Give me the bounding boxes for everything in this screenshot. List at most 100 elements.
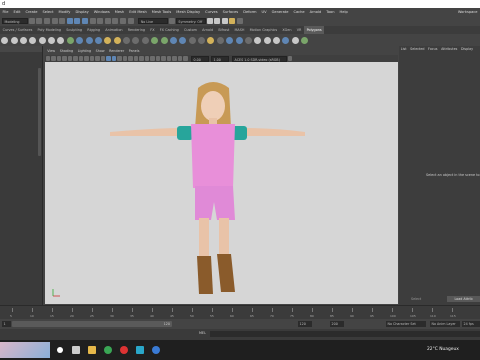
relax-icon[interactable]: [273, 36, 281, 44]
fps-field[interactable]: 24 fps: [462, 321, 480, 327]
bevel-icon[interactable]: [151, 36, 159, 44]
safe-title-icon[interactable]: [100, 56, 105, 61]
view-transform-field[interactable]: ACES 1.0 SDR-video (sRGB): [232, 55, 287, 62]
snap-view-plane-icon[interactable]: [112, 18, 119, 24]
automatic-mapping-icon[interactable]: [235, 36, 243, 44]
shelf-tab-vr[interactable]: VR: [294, 26, 304, 34]
extract-icon[interactable]: [94, 36, 102, 44]
end-frame-field[interactable]: 120: [298, 321, 312, 327]
menu-item-file[interactable]: File: [0, 8, 11, 16]
bookmark-icon[interactable]: [56, 56, 61, 61]
smooth-icon[interactable]: [104, 36, 112, 44]
edge-icon[interactable]: [152, 346, 160, 354]
use-all-lights-icon[interactable]: [133, 56, 138, 61]
append-polygon-icon[interactable]: [216, 36, 224, 44]
symmetry-icon[interactable]: [169, 18, 176, 24]
attribute-tab-list[interactable]: List: [399, 46, 408, 53]
gate-mask-icon[interactable]: [84, 56, 89, 61]
multi-cut-icon[interactable]: [160, 36, 168, 44]
menu-item-mesh-display[interactable]: Mesh Display: [174, 8, 203, 16]
menu-item-display[interactable]: Display: [73, 8, 91, 16]
attribute-tab-selected[interactable]: Selected: [408, 46, 426, 53]
field-chart-icon[interactable]: [89, 56, 94, 61]
poly-disc-icon[interactable]: [66, 36, 74, 44]
menu-item-windows[interactable]: Windows: [91, 8, 112, 16]
sculpt-icon[interactable]: [254, 36, 262, 44]
shadows-icon[interactable]: [139, 56, 144, 61]
wireframe-icon[interactable]: [106, 56, 111, 61]
viewport-menu-shading[interactable]: Shading: [57, 48, 75, 55]
shelf-tab-fx[interactable]: FX: [148, 26, 157, 34]
shelf-tab-rigging[interactable]: Rigging: [85, 26, 103, 34]
menu-item-surfaces[interactable]: Surfaces: [220, 8, 241, 16]
panel-layout-icon[interactable]: [287, 56, 292, 61]
viewport-menu-lighting[interactable]: Lighting: [75, 48, 93, 55]
file-explorer-icon[interactable]: [88, 346, 96, 354]
viewport-menu-renderer[interactable]: Renderer: [107, 48, 127, 55]
screen-space-ao-icon[interactable]: [144, 56, 149, 61]
shelf-settings-icon[interactable]: [1, 36, 9, 44]
poly-sphere-icon[interactable]: [10, 36, 18, 44]
redo-icon[interactable]: [59, 18, 66, 24]
offset-edge-loop-icon[interactable]: [179, 36, 187, 44]
open-scene-icon[interactable]: [36, 18, 43, 24]
menu-item-create[interactable]: Create: [23, 8, 40, 16]
make-live-icon[interactable]: [119, 18, 126, 24]
menu-item-edit-mesh[interactable]: Edit Mesh: [127, 8, 150, 16]
history-icon[interactable]: [127, 18, 134, 24]
menu-item-generate[interactable]: Generate: [269, 8, 291, 16]
image-plane-icon[interactable]: [62, 56, 67, 61]
xray-icon[interactable]: [172, 56, 177, 61]
playback-end-field[interactable]: 200: [330, 321, 344, 327]
start-frame-field[interactable]: 1: [2, 321, 11, 327]
menu-item-select[interactable]: Select: [40, 8, 56, 16]
new-scene-icon[interactable]: [28, 18, 35, 24]
menu-set-dropdown[interactable]: Modeling: [2, 18, 28, 24]
command-input[interactable]: [210, 331, 480, 337]
separate-icon[interactable]: [85, 36, 93, 44]
shelf-tab-polygons[interactable]: Polygons: [304, 26, 325, 34]
shelf-tab-custom[interactable]: Custom: [181, 26, 199, 34]
render-frame-icon[interactable]: [206, 18, 213, 24]
viewport-menu-show[interactable]: Show: [93, 48, 107, 55]
merge-icon[interactable]: [188, 36, 196, 44]
xray-joints-icon[interactable]: [177, 56, 182, 61]
menu-item-arnold[interactable]: Arnold: [307, 8, 324, 16]
save-scene-icon[interactable]: [43, 18, 50, 24]
ipr-render-icon[interactable]: [214, 18, 221, 24]
film-gate-icon[interactable]: [73, 56, 78, 61]
combine-icon[interactable]: [76, 36, 84, 44]
insert-edge-loop-icon[interactable]: [169, 36, 177, 44]
target-weld-icon[interactable]: [198, 36, 206, 44]
uv-editor-icon[interactable]: [244, 36, 252, 44]
snap-curve-icon[interactable]: [97, 18, 104, 24]
weather-widget[interactable]: 22°C Nuageux: [427, 347, 459, 352]
shelf-tab-motion-graphics[interactable]: Motion Graphics: [247, 26, 280, 34]
select-by-hierarchy-icon[interactable]: [66, 18, 73, 24]
symmetry-field[interactable]: Symmetry: Off: [175, 18, 206, 24]
extrude-icon[interactable]: [132, 36, 140, 44]
menu-item-modify[interactable]: Modify: [56, 8, 73, 16]
menu-item-curves[interactable]: Curves: [203, 8, 220, 16]
shelf-tab-xgen[interactable]: XGen: [280, 26, 294, 34]
viewport-menu-view[interactable]: View: [45, 48, 57, 55]
resolution-gate-icon[interactable]: [78, 56, 83, 61]
motion-blur-icon[interactable]: [150, 56, 155, 61]
attribute-tab-display[interactable]: Display: [459, 46, 475, 53]
viewport-menu-panels[interactable]: Panels: [127, 48, 142, 55]
menu-item-deform[interactable]: Deform: [241, 8, 259, 16]
search-icon[interactable]: [57, 347, 63, 353]
center-pivot-icon[interactable]: [291, 36, 299, 44]
menu-item-toon[interactable]: Toon: [324, 8, 337, 16]
freeze-icon[interactable]: [282, 36, 290, 44]
mel-label[interactable]: MEL: [199, 331, 206, 335]
select-camera-icon[interactable]: [45, 56, 50, 61]
shelf-tab-fx-caching[interactable]: FX Caching: [157, 26, 181, 34]
load-attributes-button[interactable]: Load Attrib: [447, 296, 480, 302]
xray-components-icon[interactable]: [183, 56, 188, 61]
live-surface-field[interactable]: No Live Surface: [138, 18, 169, 30]
attribute-tab-focus[interactable]: Focus: [426, 46, 439, 53]
grid-icon[interactable]: [67, 56, 72, 61]
shelf-tab-sculpting[interactable]: Sculpting: [64, 26, 85, 34]
smooth-shade-icon[interactable]: [111, 56, 116, 61]
